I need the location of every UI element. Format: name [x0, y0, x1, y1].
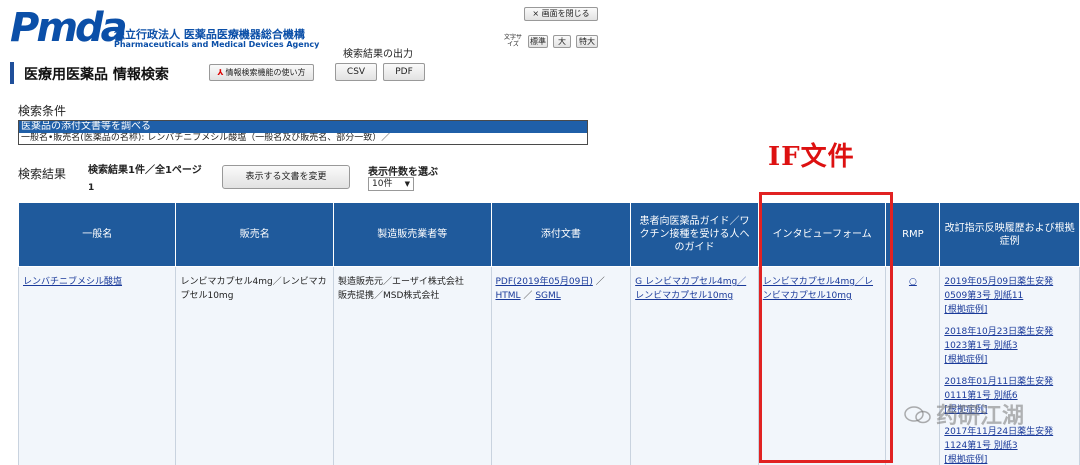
page-title: 医療用医薬品 情報検索: [24, 67, 169, 83]
revision-link[interactable]: 2018年10月23日薬生安発1023第1号 別紙3: [944, 327, 1053, 351]
howto-button[interactable]: ⅄ 情報検索機能の使い方: [209, 64, 314, 81]
cell-revision-history: 2019年05月09日薬生安発0509第3号 別紙11 [根拠症例] 2018年…: [939, 266, 1080, 465]
list-item: 2018年10月23日薬生安発1023第1号 別紙3 [根拠症例]: [944, 325, 1075, 367]
basis-case-link[interactable]: [根拠症例]: [944, 305, 987, 315]
results-count: 検索結果1件／全1ページ: [88, 165, 202, 176]
condition-detail: 一般名•販売名(医薬品の名称): レンバチニブメシル酸塩（一般名及び販売名、部分…: [19, 133, 587, 144]
title-accent-bar: [10, 62, 14, 84]
per-page-select[interactable]: 10件 ▼: [368, 177, 414, 191]
header-brand-name: 販売名: [175, 202, 334, 267]
header-patient-guide: 患者向医薬品ガイド／ワクチン接種を受ける人へのガイド: [630, 202, 759, 267]
change-docs-button[interactable]: 表示する文書を変更: [222, 165, 350, 189]
cell-rmp: ○: [885, 266, 941, 465]
revision-link[interactable]: 2019年05月09日薬生安発0509第3号 別紙11: [944, 277, 1053, 301]
results-table: 一般名 販売名 製造販売業者等 添付文書 患者向医薬品ガイド／ワクチン接種を受け…: [17, 202, 1080, 465]
font-size-standard-button[interactable]: 標準: [528, 35, 548, 48]
link-separator: ／: [523, 291, 533, 301]
header-rmp: RMP: [885, 202, 941, 267]
manufacturer-partner: 販売提携／MSD株式会社: [338, 291, 440, 301]
basis-case-link[interactable]: [根拠症例]: [944, 355, 987, 365]
header-generic-name: 一般名: [17, 202, 177, 267]
cell-generic-name: レンバチニブメシル酸塩: [17, 266, 177, 465]
howto-button-label: 情報検索機能の使い方: [225, 68, 306, 77]
rmp-link[interactable]: ○: [909, 277, 917, 287]
per-page-label: 表示件数を選ぶ: [368, 167, 438, 178]
list-item: 2017年11月24日薬生安発1124第1号 別紙3 [根拠症例]: [944, 425, 1075, 465]
link-separator: ／: [595, 277, 605, 287]
pdf-icon: ⅄: [217, 68, 224, 77]
font-size-xlarge-button[interactable]: 特大: [576, 35, 598, 48]
results-page-number[interactable]: 1: [88, 183, 94, 193]
basis-case-link[interactable]: [根拠症例]: [944, 455, 987, 465]
package-html-link[interactable]: HTML: [496, 291, 521, 301]
cell-patient-guide: G レンビマカプセル4mg／レンビマカプセル10mg: [630, 266, 759, 465]
results-label: 検索結果: [18, 167, 67, 181]
cell-package-insert: PDF(2019年05月09日) ／ HTML ／ SGML: [490, 266, 632, 465]
cell-manufacturer: 製造販売元／エーザイ株式会社 販売提携／MSD株式会社: [333, 266, 492, 465]
font-size-label: 文字サイズ: [504, 34, 523, 48]
pdf-button[interactable]: PDF: [383, 63, 425, 81]
header-revision-history: 改訂指示反映履歴および根拠症例: [939, 202, 1080, 267]
generic-name-link[interactable]: レンバチニブメシル酸塩: [23, 277, 122, 287]
close-window-button[interactable]: × 画面を閉じる: [524, 7, 598, 21]
output-label: 検索結果の出力: [343, 49, 413, 60]
header-manufacturer: 製造販売業者等: [333, 202, 492, 267]
list-item: 2019年05月09日薬生安発0509第3号 別紙11 [根拠症例]: [944, 275, 1075, 317]
logo-mark: Pmda: [10, 5, 128, 51]
cell-brand-name: レンビマカプセル4mg／レンビマカプセル10mg: [175, 266, 334, 465]
watermark-text: 药研江湖: [936, 404, 1025, 429]
condition-category: 医薬品の添付文書等を調べる: [19, 121, 587, 133]
conditions-box: 医薬品の添付文書等を調べる 一般名•販売名(医薬品の名称): レンバチニブメシル…: [18, 120, 588, 145]
table-header-row: 一般名 販売名 製造販売業者等 添付文書 患者向医薬品ガイド／ワクチン接種を受け…: [17, 202, 1080, 267]
interview-form-highlight: [759, 192, 893, 463]
csv-button[interactable]: CSV: [335, 63, 377, 81]
package-sgml-link[interactable]: SGML: [535, 291, 560, 301]
wechat-icon: [904, 406, 931, 424]
chevron-down-icon: ▼: [404, 180, 410, 188]
manufacturer-primary: 製造販売元／エーザイ株式会社: [338, 277, 464, 287]
per-page-value: 10件: [372, 179, 393, 189]
font-size-large-button[interactable]: 大: [553, 35, 571, 48]
org-name-en: Pharmaceuticals and Medical Devices Agen…: [114, 40, 320, 49]
table-row: レンバチニブメシル酸塩 レンビマカプセル4mg／レンビマカプセル10mg 製造販…: [17, 266, 1080, 465]
conditions-label: 検索条件: [18, 104, 67, 118]
revision-link[interactable]: 2017年11月24日薬生安発1124第1号 別紙3: [944, 427, 1053, 451]
logo-text: Pmda: [10, 5, 128, 51]
package-pdf-link[interactable]: PDF(2019年05月09日): [496, 277, 593, 287]
pmda-logo[interactable]: Pmda 独立行政法人 医薬品医療機器総合機構 Pharmaceuticals …: [10, 5, 319, 51]
patient-guide-link[interactable]: G レンビマカプセル4mg／レンビマカプセル10mg: [635, 277, 746, 301]
if-annotation: IF文件: [768, 142, 855, 172]
header-package-insert: 添付文書: [490, 202, 632, 267]
